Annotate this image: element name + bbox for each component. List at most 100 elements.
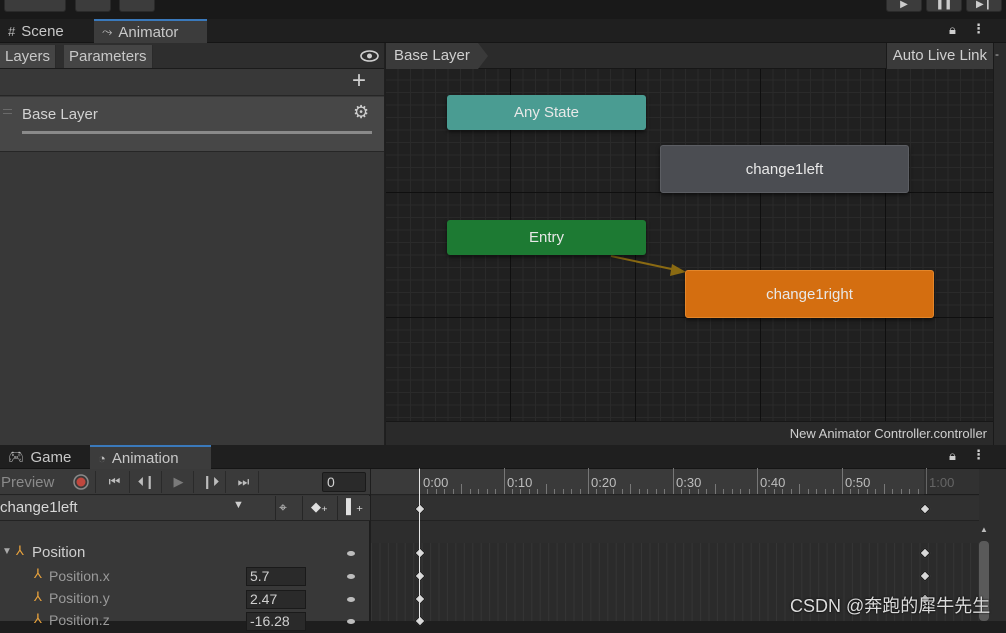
pause-icon[interactable]: ❚❚ — [926, 0, 962, 12]
keyframe[interactable] — [919, 547, 931, 559]
top-tab-strip: # Scene ⤳ Animator 🔒︎ ⋮ — [0, 19, 1006, 43]
minus-icon[interactable]: - — [995, 47, 999, 61]
preview-button[interactable]: Preview — [1, 474, 54, 491]
collab-button[interactable] — [119, 0, 155, 12]
tab-animation[interactable]: ◔ Animation — [90, 445, 211, 469]
state-change1right[interactable]: change1right — [685, 270, 934, 318]
next-keyframe-icon[interactable]: ❙⏵ — [196, 471, 226, 493]
ruler-tick — [909, 489, 911, 494]
lock-icon[interactable]: 🔒︎ — [949, 448, 956, 464]
keyframe[interactable] — [414, 570, 426, 582]
drag-handle-icon[interactable] — [3, 109, 12, 114]
cloud-button[interactable] — [75, 0, 111, 12]
layer-weight-slider[interactable] — [22, 131, 372, 134]
property-value-input[interactable]: -16.28 — [246, 612, 306, 631]
ruler-tick — [833, 489, 835, 494]
keyframe[interactable] — [919, 570, 931, 582]
property-row-position-x[interactable]: ⅄ Position.x 5.7 — [0, 565, 370, 588]
ruler-tick — [799, 484, 801, 494]
time-label: 0:20 — [591, 475, 617, 490]
animator-graph[interactable]: Base Layer Auto Live Link Any State chan… — [386, 43, 993, 445]
divider — [302, 496, 303, 521]
animator-icon: ⤳ — [102, 24, 113, 39]
first-keyframe-icon[interactable]: ⏮ — [100, 471, 130, 493]
transform-icon: ⅄ — [34, 611, 42, 626]
timeline-ruler[interactable]: 0:00 0:10 0:20 0:30 0:40 0:50 1:00 — [371, 468, 979, 495]
previous-keyframe-icon[interactable]: ⏴❙ — [132, 471, 162, 493]
ruler-tick — [883, 484, 885, 494]
play-icon[interactable]: ▶ — [886, 0, 922, 12]
playhead[interactable] — [419, 469, 420, 621]
ruler-tick — [621, 489, 623, 494]
add-layer-button[interactable]: + — [352, 67, 366, 95]
keyframe[interactable] — [414, 547, 426, 559]
tab-game[interactable]: 🎮︎ Game — [0, 445, 79, 469]
divider — [275, 496, 276, 521]
ruler-tick — [748, 489, 750, 494]
crosshair-icon[interactable]: ⌖ — [279, 499, 287, 516]
step-icon[interactable]: ▶❙ — [966, 0, 1002, 12]
time-label: 0:50 — [845, 475, 871, 490]
state-any-state[interactable]: Any State — [447, 95, 646, 130]
frame-input[interactable]: 0 — [322, 472, 366, 492]
ruler-tick — [444, 489, 446, 494]
keyframe[interactable] — [414, 593, 426, 605]
controller-name: New Animator Controller.controller — [386, 421, 993, 445]
gear-icon[interactable]: ⚙ — [353, 102, 369, 123]
more-menu-icon[interactable]: ⋮ — [972, 447, 985, 463]
clip-dropdown[interactable]: change1left — [0, 499, 78, 516]
record-button[interactable] — [66, 471, 96, 493]
ruler-tick — [528, 489, 530, 494]
time-label: 0:40 — [760, 475, 786, 490]
ruler-tick — [579, 489, 581, 494]
property-toggle-icon[interactable] — [347, 619, 355, 624]
chevron-down-icon[interactable]: ▼ — [233, 499, 244, 511]
layer-item-base-layer[interactable]: Base Layer ⚙ — [0, 97, 384, 152]
expand-triangle-icon[interactable]: ▼ — [2, 546, 12, 557]
keyframe[interactable] — [414, 615, 426, 627]
tab-scene[interactable]: # Scene — [0, 19, 72, 43]
tab-layers[interactable]: Layers — [0, 45, 57, 68]
property-row-position-y[interactable]: ⅄ Position.y 2.47 — [0, 588, 370, 611]
ruler-tick — [765, 489, 767, 494]
property-name: Position.z — [49, 612, 110, 628]
ruler-tick — [545, 484, 547, 494]
main-toolbar: ▶ ❚❚ ▶❙ — [0, 0, 1006, 19]
property-row-position-z[interactable]: ⅄ Position.z -16.28 — [0, 610, 370, 633]
ruler-tick — [706, 489, 708, 494]
divider — [337, 496, 338, 521]
keyframe[interactable] — [919, 503, 931, 515]
ruler-tick — [816, 489, 818, 494]
scroll-up-icon[interactable]: ▲ — [980, 525, 988, 534]
add-keyframe-icon[interactable]: ◆₊ — [311, 499, 328, 515]
ruler-tick — [740, 489, 742, 494]
ruler-tick — [638, 489, 640, 494]
keyframe[interactable] — [414, 503, 426, 515]
add-event-icon[interactable]: ▌₊ — [346, 498, 363, 515]
property-toggle-icon[interactable] — [347, 597, 355, 602]
last-keyframe-icon[interactable]: ⏭ — [229, 471, 259, 493]
property-group-position[interactable]: ▼ ⅄ Position — [0, 542, 370, 565]
ruler-tick — [807, 489, 809, 494]
ruler-tick — [486, 489, 488, 494]
property-value-input[interactable]: 2.47 — [246, 590, 306, 609]
ruler-tick — [596, 489, 598, 494]
tab-parameters[interactable]: Parameters — [64, 45, 153, 68]
property-name: Position.y — [49, 590, 110, 606]
ruler-tick — [630, 484, 632, 494]
eye-icon[interactable] — [360, 50, 379, 62]
ruler-tick — [495, 489, 497, 494]
ruler-tick — [647, 489, 649, 494]
account-dropdown[interactable] — [4, 0, 66, 12]
property-value-input[interactable]: 5.7 — [246, 567, 306, 586]
state-change1left[interactable]: change1left — [660, 145, 909, 193]
state-entry[interactable]: Entry — [447, 220, 646, 255]
more-menu-icon[interactable]: ⋮ — [972, 21, 985, 37]
property-toggle-icon[interactable] — [347, 574, 355, 579]
property-toggle-icon[interactable] — [347, 551, 355, 556]
play-icon[interactable]: ▶ — [164, 471, 194, 493]
lock-icon[interactable]: 🔒︎ — [949, 22, 956, 38]
tab-animator-label: Animator — [118, 23, 179, 41]
ruler-tick — [672, 468, 674, 494]
tab-animator[interactable]: ⤳ Animator — [94, 19, 207, 43]
